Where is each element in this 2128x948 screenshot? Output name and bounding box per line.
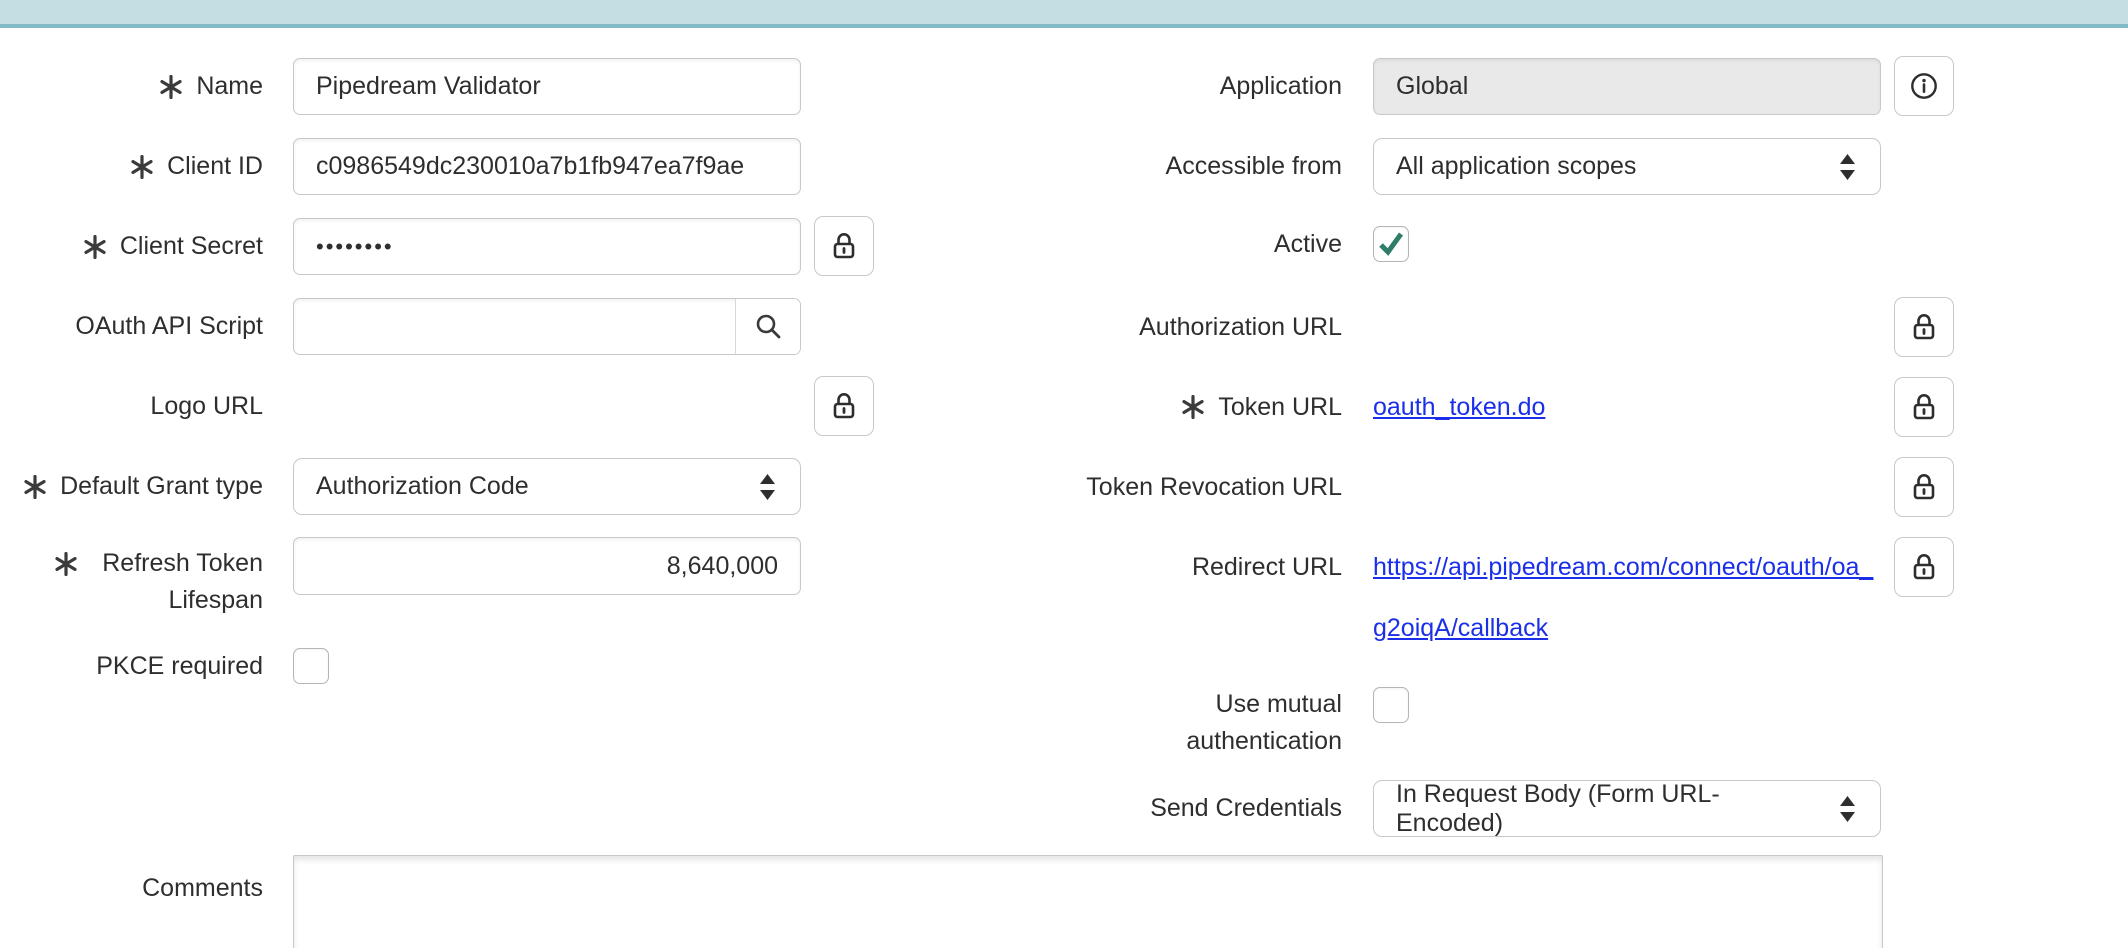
use-mutual-authentication-label-text: Use mutual authentication [1152,686,1342,760]
application-label-text: Application [1220,68,1342,105]
name-label: Name [0,58,263,115]
form-header-tab-strip [0,0,2128,28]
accessible-from-label-text: Accessible from [1166,148,1342,185]
select-arrows-icon [759,473,776,501]
lock-icon [1911,312,1937,342]
redirect-url-lock-button[interactable] [1894,537,1954,597]
refresh-token-lifespan-label: Refresh Token Lifespan [0,545,263,619]
application-input [1373,58,1881,115]
authorization-url-label: Authorization URL [1040,297,1342,357]
application-label: Application [1040,58,1342,115]
redirect-url-label: Redirect URL [1040,537,1342,597]
client-id-label: Client ID [0,138,263,195]
select-arrows-icon [1839,795,1856,823]
required-asterisk-icon [1182,395,1204,419]
authorization-url-label-text: Authorization URL [1139,309,1342,346]
refresh-token-lifespan-label-text: Refresh Token Lifespan [91,545,263,619]
token-revocation-url-lock-button[interactable] [1894,457,1954,517]
token-url-link[interactable]: oauth_token.do [1373,393,1545,422]
redirect-url-label-text: Redirect URL [1192,549,1342,586]
send-credentials-label: Send Credentials [1040,780,1342,837]
required-asterisk-icon [84,235,106,259]
redirect-url-link-line1[interactable]: https://api.pipedream.com/connect/oauth/… [1373,553,1873,582]
comments-textarea[interactable] [293,855,1883,948]
lock-icon [831,231,857,261]
oauth-api-script-lookup-button[interactable] [735,299,800,354]
accessible-from-value: All application scopes [1396,152,1636,181]
required-asterisk-icon [24,475,46,499]
token-revocation-url-label-text: Token Revocation URL [1086,469,1342,506]
token-url-link-wrap: oauth_token.do [1373,377,1545,437]
accessible-from-label: Accessible from [1040,138,1342,195]
pkce-required-label-text: PKCE required [96,648,263,685]
authorization-url-lock-button[interactable] [1894,297,1954,357]
send-credentials-select[interactable]: In Request Body (Form URL-Encoded) [1373,780,1881,837]
client-id-input[interactable] [293,138,801,195]
send-credentials-label-text: Send Credentials [1150,790,1342,827]
client-id-label-text: Client ID [167,148,263,185]
token-revocation-url-label: Token Revocation URL [1040,457,1342,517]
oauth-api-script-label: OAuth API Script [0,298,263,355]
lock-icon [1911,392,1937,422]
default-grant-type-label: Default Grant type [0,458,263,515]
active-label-text: Active [1274,226,1342,263]
lock-icon [831,391,857,421]
name-label-text: Name [196,68,263,105]
token-url-label-text: Token URL [1218,389,1342,426]
logo-url-label: Logo URL [0,378,263,435]
send-credentials-value: In Request Body (Form URL-Encoded) [1396,780,1824,838]
client-secret-label: Client Secret [0,218,263,275]
logo-url-label-text: Logo URL [150,388,263,425]
oauth-api-script-reference-field [293,298,801,355]
use-mutual-authentication-checkbox[interactable] [1373,687,1409,723]
accessible-from-select[interactable]: All application scopes [1373,138,1881,195]
default-grant-type-value: Authorization Code [316,472,529,501]
token-url-label: Token URL [1040,377,1342,437]
lock-icon [1911,552,1937,582]
info-icon [1910,72,1938,100]
client-secret-label-text: Client Secret [120,228,263,265]
required-asterisk-icon [160,75,182,99]
comments-label: Comments [0,870,263,906]
default-grant-type-label-text: Default Grant type [60,468,263,505]
token-url-lock-button[interactable] [1894,377,1954,437]
name-input[interactable] [293,58,801,115]
comments-label-text: Comments [142,870,263,907]
oauth-api-script-label-text: OAuth API Script [75,308,263,345]
required-asterisk-icon [131,155,153,179]
logo-url-lock-button[interactable] [814,376,874,436]
search-icon [755,313,782,340]
client-secret-lock-button[interactable] [814,216,874,276]
redirect-url-link-line2[interactable]: g2oiqA/callback [1373,614,1548,643]
required-asterisk-icon [55,552,77,576]
check-icon [1377,230,1405,258]
redirect-url-link-line1-wrap: https://api.pipedream.com/connect/oauth/… [1373,537,1873,597]
use-mutual-authentication-label: Use mutual authentication [1040,686,1342,760]
pkce-required-checkbox[interactable] [293,648,329,684]
client-secret-input[interactable] [293,218,801,275]
pkce-required-label: PKCE required [0,648,263,684]
active-label: Active [1040,226,1342,262]
form-page: Name Client ID Client Secret OAuth API S… [0,0,2128,948]
select-arrows-icon [1839,153,1856,181]
application-info-button[interactable] [1894,56,1954,116]
redirect-url-link-line2-wrap: g2oiqA/callback [1373,612,1548,644]
active-checkbox[interactable] [1373,226,1409,262]
default-grant-type-select[interactable]: Authorization Code [293,458,801,515]
lock-icon [1911,472,1937,502]
refresh-token-lifespan-input[interactable] [293,537,801,595]
oauth-api-script-input[interactable] [294,299,735,354]
